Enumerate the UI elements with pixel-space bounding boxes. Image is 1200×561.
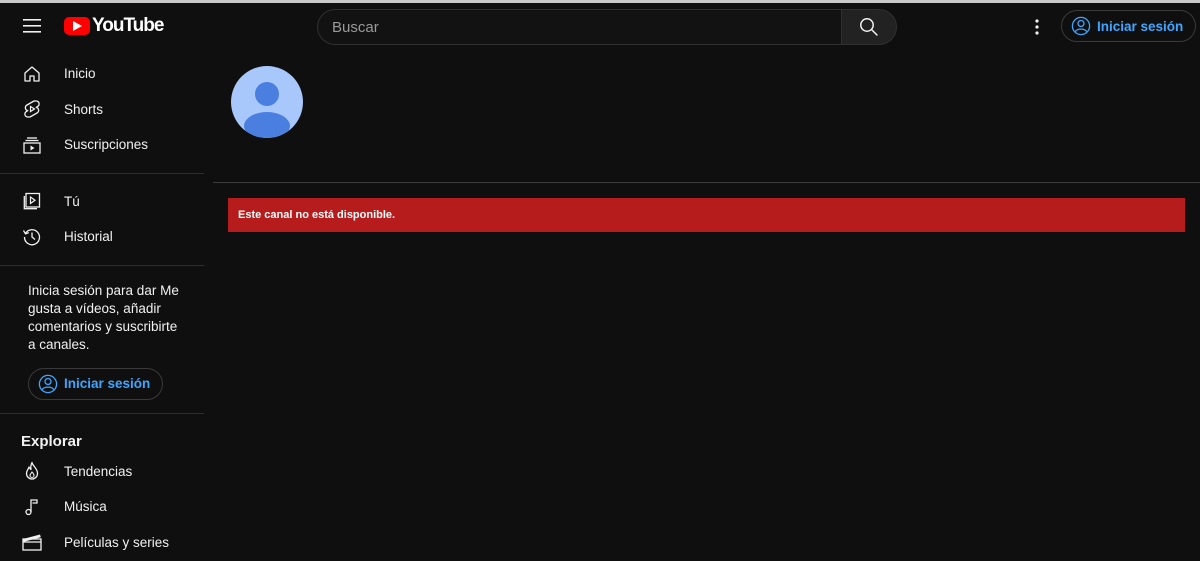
hamburger-menu-icon xyxy=(23,19,41,33)
sidebar-signin-wrap: Iniciar sesión xyxy=(0,354,204,400)
sidebar-item-label: Shorts xyxy=(64,101,104,117)
search-icon xyxy=(860,18,878,36)
home-icon xyxy=(22,64,42,84)
shorts-icon xyxy=(22,99,42,119)
guide-menu-button[interactable] xyxy=(16,7,48,45)
youtube-logo[interactable]: YouTube xyxy=(64,15,164,37)
music-icon xyxy=(22,497,42,517)
sidebar-item-inicio[interactable]: Inicio xyxy=(0,56,204,92)
sidebar-item-tendencias[interactable]: Tendencias xyxy=(0,454,204,490)
sidebar-item-label: Inicio xyxy=(64,66,96,82)
sidebar-item-label: Música xyxy=(64,499,107,515)
explore-section-title: Explorar xyxy=(21,433,82,450)
sidebar-divider xyxy=(0,172,204,174)
settings-more-button[interactable] xyxy=(1022,11,1052,43)
guide-sidebar: Inicio Shorts Suscripciones Tú Historial… xyxy=(0,56,204,561)
sidebar-item-label: Tendencias xyxy=(64,463,133,479)
search-button[interactable] xyxy=(841,9,897,45)
channel-header-divider xyxy=(213,182,1200,183)
movies-icon xyxy=(22,532,42,552)
sidebar-item-label: Películas y series xyxy=(64,534,170,550)
account-circle-icon xyxy=(1071,16,1091,36)
channel-unavailable-alert: Este canal no está disponible. xyxy=(228,198,1185,232)
sidebar-item-tu[interactable]: Tú xyxy=(0,184,204,220)
play-logo-icon xyxy=(64,17,90,35)
sidebar-item-suscripciones[interactable]: Suscripciones xyxy=(0,127,204,163)
sidebar-divider xyxy=(0,264,204,266)
trending-icon xyxy=(22,461,42,481)
sidebar-item-historial[interactable]: Historial xyxy=(0,219,204,255)
signin-prompt-text: Inicia sesión para dar Me gusta a vídeos… xyxy=(28,282,179,352)
masthead: YouTube Iniciar sesión xyxy=(0,3,1200,51)
default-avatar-icon xyxy=(244,82,290,138)
history-icon xyxy=(22,227,42,247)
signin-label: Iniciar sesión xyxy=(1097,18,1184,34)
sidebar-item-shorts[interactable]: Shorts xyxy=(0,92,204,128)
sidebar-item-label: Suscripciones xyxy=(64,137,149,153)
vertical-dots-icon xyxy=(1035,19,1039,35)
sidebar-item-peliculas[interactable]: Películas y series xyxy=(0,525,204,561)
sidebar-item-musica[interactable]: Música xyxy=(0,489,204,525)
signin-label: Iniciar sesión xyxy=(64,376,151,391)
subscriptions-icon xyxy=(22,135,42,155)
sidebar-signin-button[interactable]: Iniciar sesión xyxy=(28,367,164,400)
channel-avatar xyxy=(231,66,303,138)
search-input[interactable] xyxy=(317,9,841,45)
header-signin-button[interactable]: Iniciar sesión xyxy=(1061,10,1197,42)
sidebar-item-label: Tú xyxy=(64,193,80,209)
sidebar-divider xyxy=(0,412,204,414)
you-icon xyxy=(22,191,42,211)
search-box xyxy=(317,9,897,45)
sidebar-item-label: Historial xyxy=(64,229,113,245)
alert-text: Este canal no está disponible. xyxy=(238,209,396,221)
logo-text: YouTube xyxy=(92,15,164,36)
account-circle-icon xyxy=(38,374,58,393)
